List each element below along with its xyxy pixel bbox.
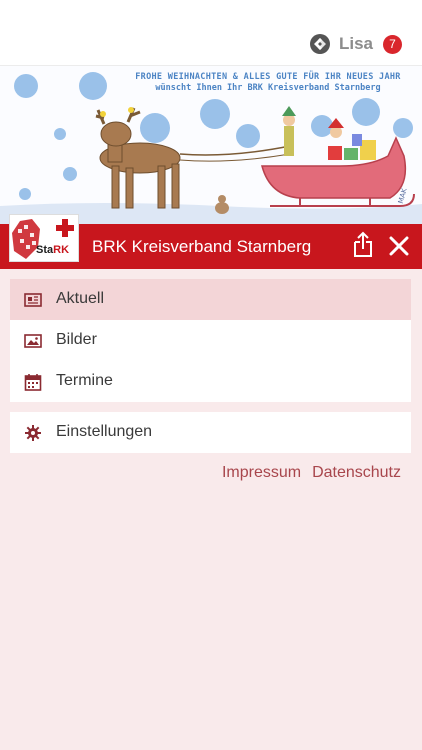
menu-item-termine[interactable]: Termine <box>10 361 411 402</box>
menu-item-aktuell[interactable]: Aktuell <box>10 279 411 320</box>
page-title: BRK Kreisverband Starnberg <box>92 237 312 256</box>
calendar-icon <box>24 374 42 391</box>
gear-icon <box>25 425 41 441</box>
navigation-menu: Aktuell Bilder Termine <box>10 279 411 402</box>
user-switcher[interactable]: Lisa 7 <box>309 31 402 57</box>
news-icon <box>24 293 42 307</box>
menu-item-einstellungen[interactable]: Einstellungen <box>10 412 411 453</box>
top-bar: Lisa 7 <box>0 0 422 66</box>
banner-greeting-line2: wünscht Ihnen Ihr BRK Kreisverband Starn… <box>155 83 381 93</box>
footer-links: Impressum Datenschutz <box>222 464 401 482</box>
menu-item-label: Einstellungen <box>56 423 153 440</box>
share-icon[interactable] <box>351 231 375 259</box>
header-bar: StaRK BRK Kreisverband Starnberg <box>0 214 422 269</box>
logo-text: StaRK <box>36 244 70 256</box>
menu-item-bilder[interactable]: Bilder <box>10 320 411 361</box>
impressum-link[interactable]: Impressum <box>222 464 301 482</box>
user-switch-icon <box>309 34 330 54</box>
user-name: Lisa <box>338 34 373 53</box>
banner-greeting-line1: FROHE WEIHNACHTEN & ALLES GUTE FÜR IHR N… <box>135 72 401 82</box>
notification-badge[interactable]: 7 <box>383 34 402 54</box>
settings-menu: Einstellungen <box>10 412 411 453</box>
christmas-banner: FROHE WEIHNACHTEN & ALLES GUTE FÜR IHR N… <box>0 66 422 224</box>
menu-item-label: Aktuell <box>56 290 105 307</box>
datenschutz-link[interactable]: Datenschutz <box>312 464 401 482</box>
menu-item-label: Termine <box>56 372 113 389</box>
menu-item-label: Bilder <box>56 331 97 348</box>
close-icon[interactable] <box>387 234 411 258</box>
stark-logo: StaRK <box>9 214 79 262</box>
image-icon <box>24 334 42 348</box>
